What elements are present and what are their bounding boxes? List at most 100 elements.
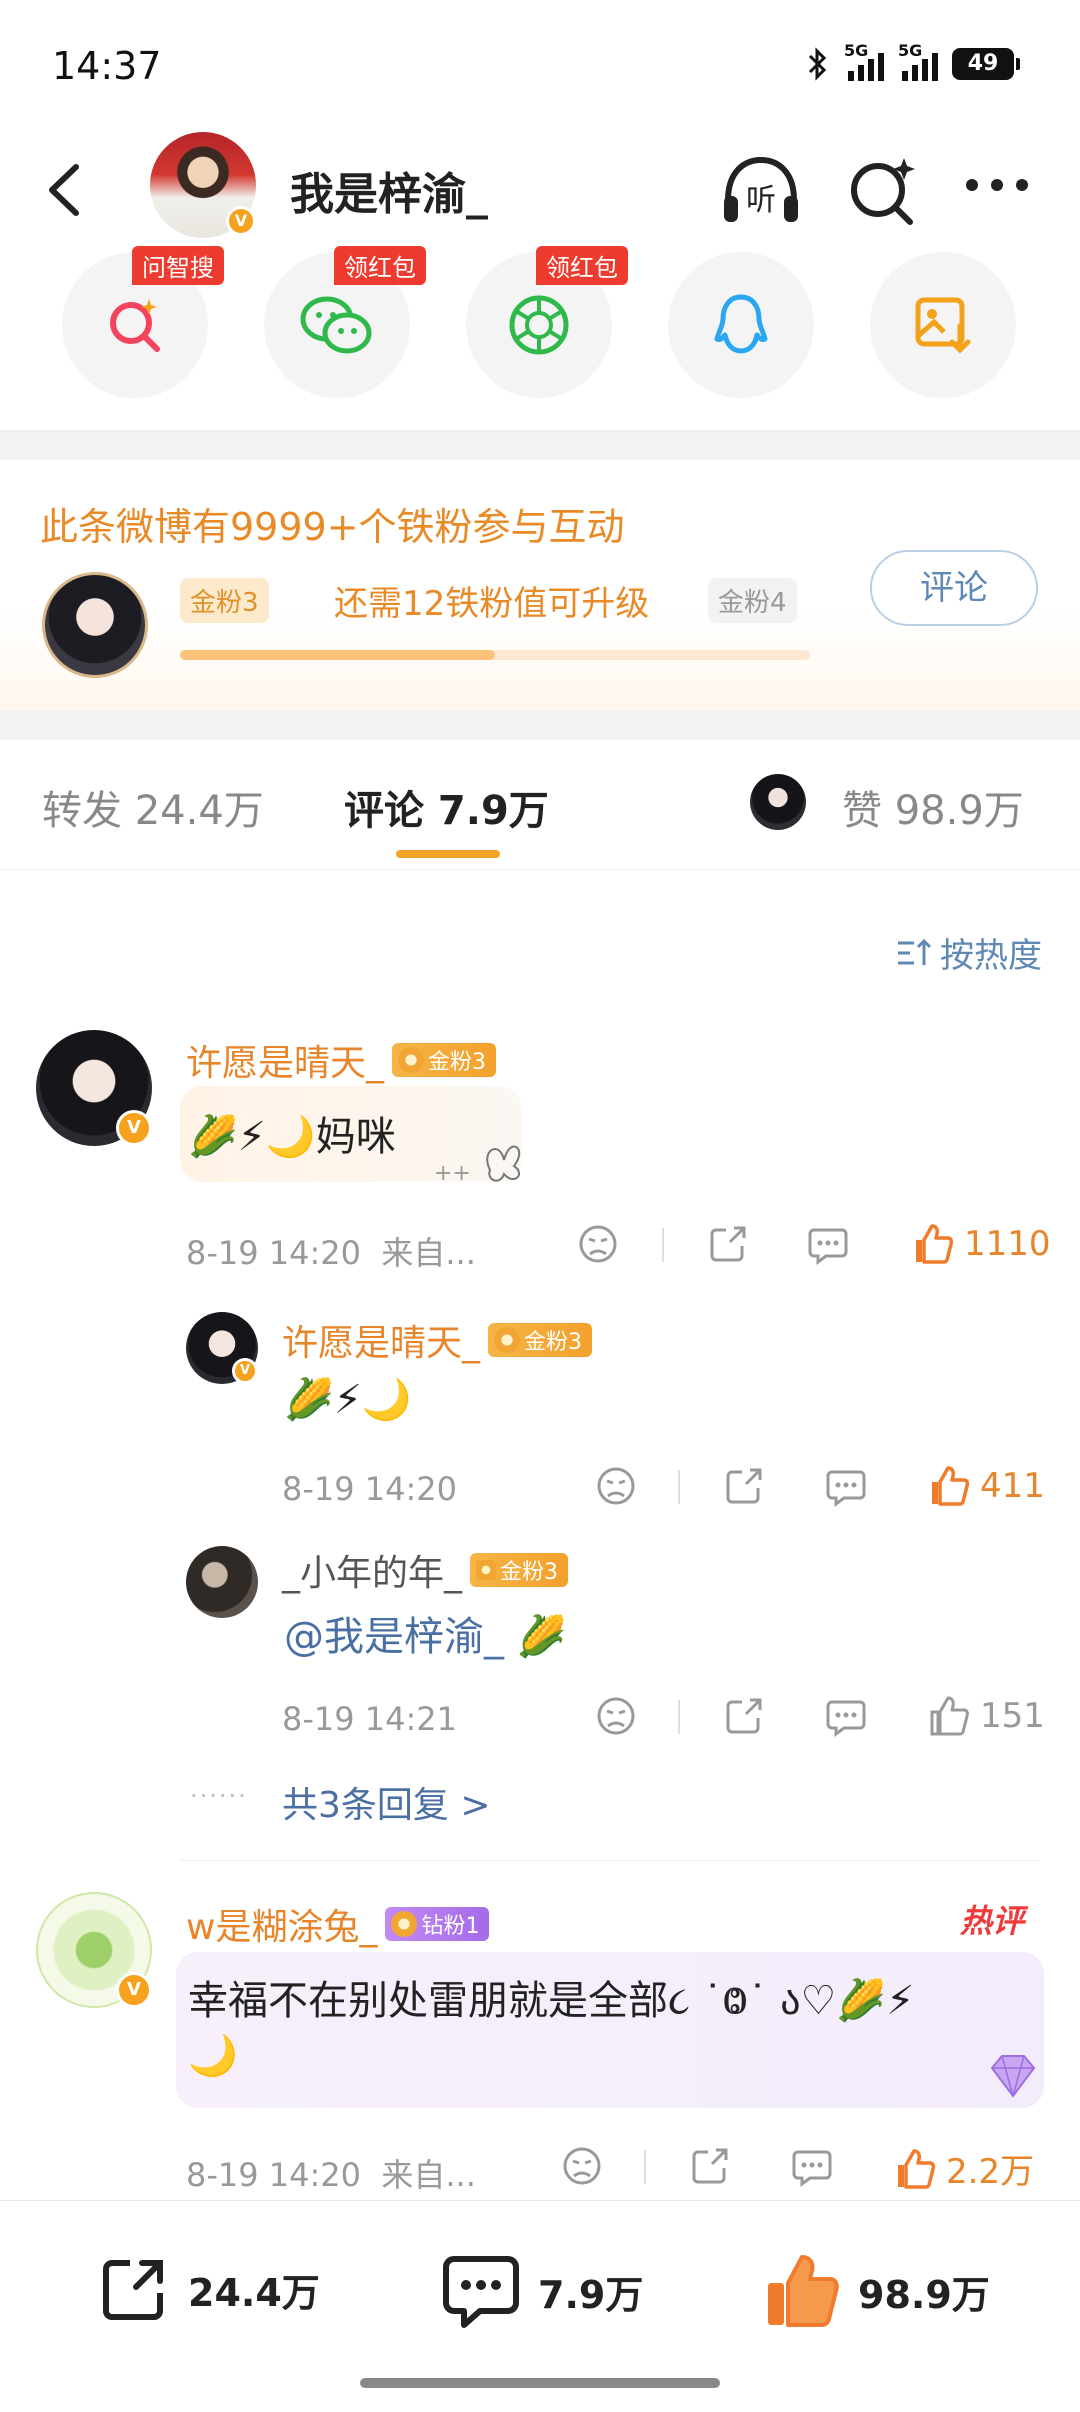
share-quick-actions: 问智搜 领红包 领红包 bbox=[0, 246, 1080, 430]
comment-icon bbox=[443, 2256, 519, 2328]
crown-icon bbox=[494, 1327, 521, 1353]
like-post-button[interactable]: 98.9万 bbox=[762, 2251, 990, 2331]
fan-card: 此条微博有9999+个铁粉参与互动 金粉3 还需12铁粉值可升级 金粉4 评论 bbox=[0, 460, 1080, 710]
section-divider bbox=[0, 430, 1080, 460]
diamond-decoration-icon bbox=[990, 2055, 1036, 2098]
like-button[interactable]: 411 bbox=[926, 1464, 1045, 1508]
interaction-tabs: 转发 24.4万 评论 7.9万 赞 98.9万 bbox=[0, 740, 1080, 870]
svg-text:听: 听 bbox=[746, 183, 776, 218]
back-icon[interactable] bbox=[36, 155, 96, 225]
like-button[interactable]: 2.2万 bbox=[892, 2144, 1034, 2193]
current-level-badge: 金粉3 bbox=[180, 578, 269, 623]
sort-label: 按热度 bbox=[940, 936, 1042, 976]
author-name[interactable]: 我是梓渝_ bbox=[290, 158, 488, 222]
thumbs-up-icon bbox=[932, 1466, 970, 1506]
status-icons: 5G 5G 49 bbox=[806, 41, 1020, 82]
tab-like[interactable]: 赞 98.9万 bbox=[842, 778, 1024, 836]
search-ai-icon bbox=[110, 299, 160, 352]
home-indicator bbox=[360, 2378, 720, 2388]
reply-avatar[interactable] bbox=[186, 1546, 258, 1618]
reply-username[interactable]: _小年的年_ 金粉3 bbox=[282, 1544, 569, 1596]
tab-indicator bbox=[396, 850, 500, 858]
reply-time: 8-19 14:21 bbox=[282, 1700, 458, 1738]
status-time: 14:37 bbox=[52, 44, 162, 88]
share-icon[interactable] bbox=[688, 2144, 732, 2188]
save-image-icon bbox=[915, 297, 971, 354]
share-icon[interactable] bbox=[706, 1222, 750, 1266]
commenter-avatar[interactable]: V bbox=[36, 1030, 152, 1146]
qq-icon bbox=[714, 294, 768, 354]
crown-icon bbox=[398, 1047, 425, 1073]
reply-icon[interactable] bbox=[790, 2144, 834, 2188]
hot-comment-badge: 热评 bbox=[960, 1902, 1025, 1940]
reply-time: 8-19 14:20 bbox=[282, 1470, 458, 1508]
verified-badge-icon: V bbox=[116, 1110, 152, 1146]
thumbs-up-icon bbox=[930, 1696, 969, 1736]
verified-badge-icon: V bbox=[226, 206, 256, 236]
comment-meta: 8-19 14:20 来自... bbox=[186, 1234, 476, 1272]
thumbs-up-icon bbox=[916, 1224, 954, 1264]
comment-button[interactable]: 评论 bbox=[870, 550, 1038, 626]
like-button[interactable]: 151 bbox=[926, 1694, 1045, 1738]
search-icon[interactable] bbox=[846, 152, 920, 230]
reply-icon[interactable] bbox=[806, 1222, 850, 1266]
reply-icon[interactable] bbox=[824, 1694, 868, 1738]
fan-progress-bar bbox=[180, 650, 810, 660]
fan-card-title: 此条微博有9999+个铁粉参与互动 bbox=[40, 505, 625, 549]
sort-icon bbox=[898, 938, 932, 965]
quick-tag: 问智搜 bbox=[132, 246, 224, 285]
fan-level-badge: 钻粉1 bbox=[385, 1907, 490, 1941]
more-icon[interactable] bbox=[962, 170, 1032, 200]
comment-username[interactable]: w是糊涂兔_ 钻粉1 bbox=[186, 1898, 490, 1950]
sort-toggle[interactable]: 按热度 bbox=[896, 928, 1042, 977]
verified-badge-icon: V bbox=[232, 1358, 258, 1384]
reply-icon[interactable] bbox=[824, 1464, 868, 1508]
section-divider bbox=[0, 710, 1080, 740]
dislike-icon[interactable] bbox=[594, 1694, 638, 1738]
comment-text-line2: 🌙 bbox=[188, 2033, 238, 2079]
quick-tag: 领红包 bbox=[536, 246, 628, 285]
status-bar: 14:37 5G 5G 49 bbox=[0, 0, 1080, 130]
post-header: V 我是梓渝_ 听 bbox=[0, 130, 1080, 250]
save-image-button[interactable] bbox=[870, 252, 1016, 398]
fan-level-badge: 金粉3 bbox=[488, 1323, 593, 1357]
dislike-icon[interactable] bbox=[560, 2144, 604, 2188]
reply-avatar[interactable]: V bbox=[186, 1312, 258, 1384]
repost-button[interactable]: 24.4万 bbox=[96, 2251, 320, 2327]
comment-username[interactable]: 许愿是晴天_ 金粉3 bbox=[186, 1034, 497, 1086]
signal-icon: 5G bbox=[844, 41, 884, 81]
dislike-icon[interactable] bbox=[594, 1464, 638, 1508]
tab-comment[interactable]: 评论 7.9万 bbox=[344, 778, 549, 836]
liker-avatar bbox=[750, 774, 806, 830]
wechat-icon bbox=[300, 296, 372, 354]
listen-icon[interactable]: 听 bbox=[718, 152, 804, 230]
battery-icon: 49 bbox=[952, 48, 1020, 80]
comment-count-button[interactable]: 7.9万 bbox=[440, 2251, 643, 2331]
reply-username[interactable]: 许愿是晴天_ 金粉3 bbox=[282, 1314, 593, 1366]
comment-text: 幸福不在别处雷朋就是全部૮ ˙Ⱉ˙ ა♡🌽⚡ bbox=[188, 1978, 915, 2024]
svg-text:++: ++ bbox=[434, 1161, 471, 1186]
moments-icon bbox=[509, 295, 569, 355]
reply-text: 🌽⚡🌙 bbox=[284, 1377, 412, 1423]
tab-repost[interactable]: 转发 24.4万 bbox=[42, 778, 264, 836]
thumbs-up-icon bbox=[768, 2255, 839, 2327]
reply-text[interactable]: @我是梓渝_ 🌽 bbox=[284, 1604, 567, 1662]
comment-meta: 8-19 14:20 来自... bbox=[186, 2156, 476, 2194]
quick-tag: 领红包 bbox=[334, 246, 426, 285]
butterfly-decoration-icon: ++ bbox=[434, 1145, 521, 1186]
crown-icon bbox=[391, 1911, 418, 1937]
share-icon[interactable] bbox=[722, 1464, 766, 1508]
more-replies-link[interactable]: 共3条回复 > bbox=[282, 1776, 491, 1828]
like-button[interactable]: 1110 bbox=[910, 1222, 1051, 1266]
next-level-badge: 金粉4 bbox=[708, 578, 797, 623]
repost-icon bbox=[103, 2260, 163, 2320]
share-icon[interactable] bbox=[722, 1694, 766, 1738]
comment-text: 🌽⚡🌙妈咪 bbox=[188, 1114, 396, 1160]
upgrade-hint: 还需12铁粉值可升级 bbox=[334, 584, 650, 624]
my-avatar bbox=[42, 572, 148, 678]
share-qq-button[interactable] bbox=[668, 252, 814, 398]
fan-level-badge: 金粉3 bbox=[392, 1043, 497, 1077]
commenter-avatar[interactable]: V bbox=[36, 1892, 152, 2008]
dislike-icon[interactable] bbox=[576, 1222, 620, 1266]
fan-level-badge: 金粉3 bbox=[470, 1553, 569, 1587]
